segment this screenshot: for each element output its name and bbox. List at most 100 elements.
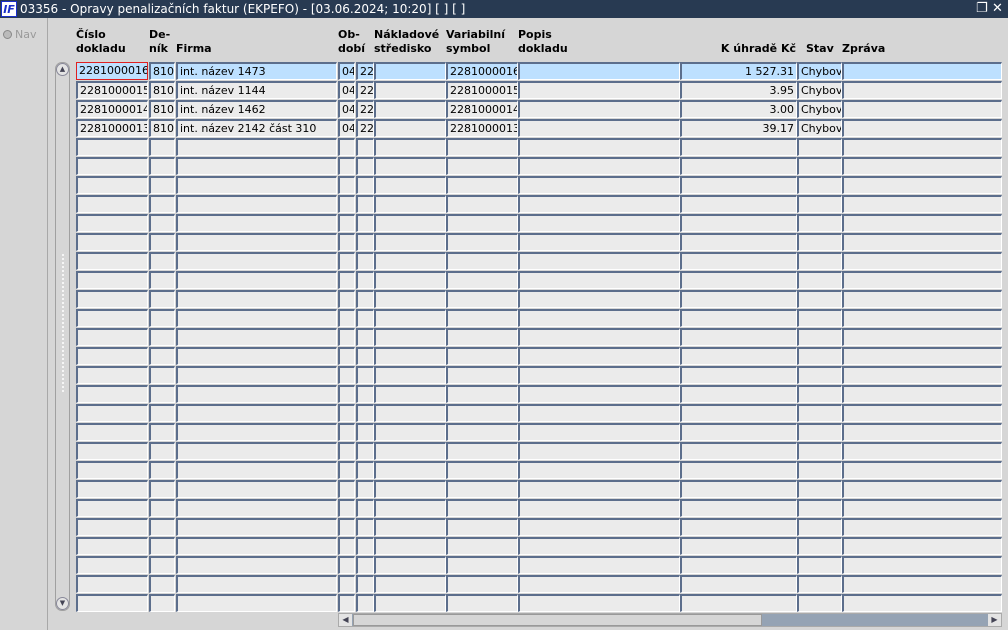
table-row[interactable]: 2281000015 810 int. název 1144 04 22 22810000… [76, 81, 1006, 100]
cell-kuhrade[interactable] [680, 537, 797, 555]
cell-denik[interactable] [149, 594, 175, 612]
cell-popis[interactable] [518, 252, 680, 270]
cell-denik[interactable] [149, 480, 175, 498]
cell-zprava[interactable] [842, 575, 1002, 593]
cell-firma[interactable]: int. název 1473 [176, 62, 337, 80]
scroll-up-button[interactable]: ▲ [56, 63, 69, 76]
cell-cislo[interactable] [76, 233, 148, 251]
cell-vs[interactable]: 2281000016 [446, 62, 518, 80]
cell-obd2[interactable] [356, 271, 374, 289]
cell-popis[interactable] [518, 461, 680, 479]
cell-obd1[interactable] [338, 480, 355, 498]
cell-cislo[interactable] [76, 157, 148, 175]
cell-zprava[interactable] [842, 214, 1002, 232]
cell-stredisko[interactable] [374, 138, 446, 156]
cell-obd1[interactable] [338, 366, 355, 384]
cell-kuhrade[interactable] [680, 233, 797, 251]
cell-obd1[interactable] [338, 461, 355, 479]
cell-obd1[interactable] [338, 157, 355, 175]
cell-obd1[interactable] [338, 138, 355, 156]
cell-denik[interactable] [149, 214, 175, 232]
empty-row[interactable] [76, 328, 1006, 347]
cell-stav[interactable] [797, 480, 842, 498]
cell-denik[interactable] [149, 556, 175, 574]
cell-cislo[interactable] [76, 556, 148, 574]
cell-denik[interactable]: 810 [149, 100, 175, 118]
cell-cislo[interactable] [76, 138, 148, 156]
cell-stav[interactable] [797, 271, 842, 289]
cell-firma[interactable] [176, 347, 337, 365]
cell-obd1[interactable] [338, 594, 355, 612]
cell-stav[interactable] [797, 157, 842, 175]
cell-zprava[interactable] [842, 271, 1002, 289]
cell-stredisko[interactable] [374, 556, 446, 574]
cell-vs[interactable] [446, 537, 518, 555]
cell-kuhrade[interactable] [680, 594, 797, 612]
cell-popis[interactable] [518, 385, 680, 403]
cell-firma[interactable] [176, 309, 337, 327]
cell-obd2[interactable] [356, 518, 374, 536]
cell-kuhrade[interactable] [680, 366, 797, 384]
cell-vs[interactable] [446, 347, 518, 365]
cell-firma[interactable] [176, 233, 337, 251]
cell-cislo[interactable] [76, 575, 148, 593]
cell-denik[interactable] [149, 309, 175, 327]
cell-obd2[interactable] [356, 214, 374, 232]
cell-vs[interactable] [446, 499, 518, 517]
cell-firma[interactable] [176, 176, 337, 194]
cell-obd2[interactable] [356, 423, 374, 441]
cell-vs[interactable] [446, 461, 518, 479]
cell-stav[interactable] [797, 347, 842, 365]
cell-denik[interactable] [149, 233, 175, 251]
cell-stredisko[interactable] [374, 252, 446, 270]
cell-obd2[interactable] [356, 366, 374, 384]
column-header[interactable]: Variabilní symbol [446, 28, 505, 56]
table-row[interactable]: 2281000016 810 int. název 1473 04 22 22810000… [76, 62, 1006, 81]
cell-firma[interactable] [176, 594, 337, 612]
cell-vs[interactable] [446, 309, 518, 327]
cell-cislo[interactable] [76, 480, 148, 498]
cell-popis[interactable] [518, 366, 680, 384]
column-header[interactable]: Firma [176, 28, 212, 56]
cell-stredisko[interactable] [374, 176, 446, 194]
cell-obd1[interactable] [338, 309, 355, 327]
cell-zprava[interactable] [842, 138, 1002, 156]
cell-zprava[interactable] [842, 290, 1002, 308]
cell-kuhrade[interactable] [680, 214, 797, 232]
cell-obd1[interactable]: 04 [338, 100, 355, 118]
cell-obd2[interactable] [356, 385, 374, 403]
cell-popis[interactable] [518, 556, 680, 574]
cell-obd1[interactable] [338, 442, 355, 460]
cell-obd1[interactable]: 04 [338, 119, 355, 137]
cell-zprava[interactable] [842, 233, 1002, 251]
cell-kuhrade[interactable] [680, 157, 797, 175]
empty-row[interactable] [76, 309, 1006, 328]
cell-stav[interactable] [797, 594, 842, 612]
cell-vs[interactable] [446, 195, 518, 213]
cell-zprava[interactable] [842, 176, 1002, 194]
cell-stav[interactable] [797, 195, 842, 213]
cell-cislo[interactable] [76, 385, 148, 403]
cell-obd2[interactable] [356, 328, 374, 346]
cell-obd1[interactable] [338, 518, 355, 536]
cell-obd2[interactable] [356, 499, 374, 517]
cell-obd2[interactable] [356, 309, 374, 327]
cell-stav[interactable] [797, 290, 842, 308]
column-header[interactable]: Stav [806, 28, 834, 56]
cell-popis[interactable] [518, 309, 680, 327]
cell-popis[interactable] [518, 328, 680, 346]
cell-firma[interactable] [176, 290, 337, 308]
cell-zprava[interactable] [842, 157, 1002, 175]
cell-denik[interactable] [149, 195, 175, 213]
cell-denik[interactable] [149, 347, 175, 365]
column-header[interactable]: K úhradě Kč [721, 28, 796, 56]
empty-row[interactable] [76, 214, 1006, 233]
cell-obd1[interactable] [338, 214, 355, 232]
cell-vs[interactable] [446, 290, 518, 308]
cell-cislo[interactable] [76, 252, 148, 270]
cell-obd2[interactable] [356, 195, 374, 213]
cell-popis[interactable] [518, 138, 680, 156]
restore-icon[interactable]: ❐ [976, 0, 988, 18]
table-row[interactable]: 2281000014 810 int. název 1462 04 22 22810000… [76, 100, 1006, 119]
cell-vs[interactable] [446, 214, 518, 232]
